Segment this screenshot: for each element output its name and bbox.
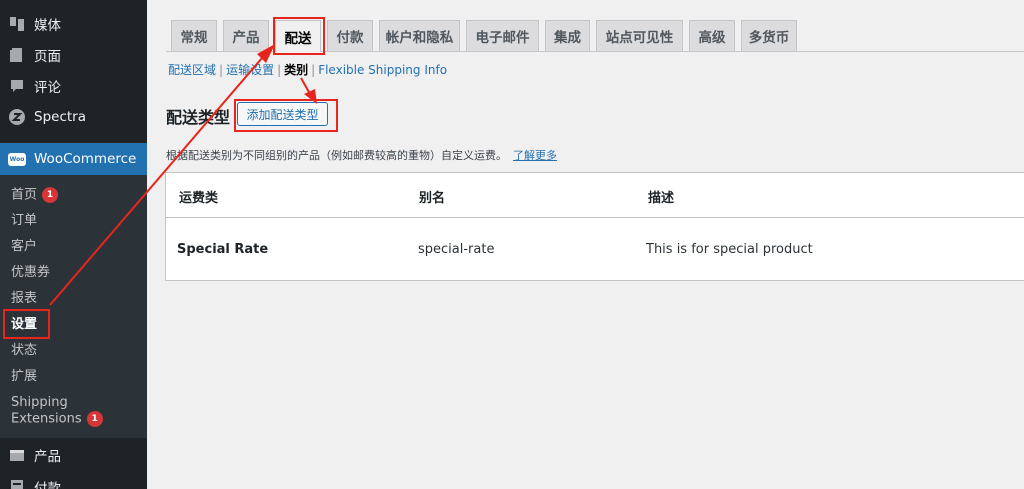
tab-general[interactable]: 常规 [171,20,217,51]
tab-shipping[interactable]: 配送 [275,20,321,52]
woocommerce-submenu: 首页 1 订单 客户 优惠券 报表 设置 状态 扩展 Shipping Exten… [0,175,147,438]
menu-payments-label: 付款 [34,481,61,489]
submenu-extensions[interactable]: 扩展 [11,369,37,385]
submenu-status[interactable]: 状态 [11,343,37,359]
page-icon [7,45,27,65]
cell-description: This is for special product [646,242,813,257]
tab-advanced[interactable]: 高级 [689,20,735,51]
menu-comments[interactable]: 评论 [0,71,147,101]
menu-media[interactable]: 媒体 [0,9,147,39]
menu-spectra[interactable]: Spectra [0,102,147,132]
notification-badge: 1 [42,187,59,203]
section-flexible-shipping-info[interactable]: Flexible Shipping Info [318,63,447,77]
spectra-icon [7,107,27,127]
submenu-home-label: 首页 [11,187,38,203]
annotation-settings-highlight [3,309,50,339]
menu-media-label: 媒体 [34,18,61,34]
annotation-add-button-highlight [234,99,338,132]
menu-payments[interactable]: 付款 [0,472,147,489]
settings-tab-bar: 常规 产品 配送 付款 帐户和隐私 电子邮件 集成 站点可见性 高级 多货币 [166,20,1024,52]
notification-badge: 1 [86,411,103,427]
menu-comments-label: 评论 [34,80,61,96]
menu-spectra-label: Spectra [34,109,86,125]
page-title: 配送类型 [166,108,231,127]
tab-site-visibility[interactable]: 站点可见性 [596,20,683,51]
submenu-coupons[interactable]: 优惠券 [11,265,50,281]
tab-emails[interactable]: 电子邮件 [466,20,539,51]
column-header-description: 描述 [648,191,675,206]
cell-class-name[interactable]: Special Rate [177,242,268,257]
section-shipping-classes[interactable]: 类别 [284,63,308,77]
tab-integration[interactable]: 集成 [545,20,590,51]
woocommerce-icon: Woo [7,149,27,169]
menu-products-label: 产品 [34,449,61,465]
comment-icon [7,76,27,96]
shipping-extensions-line1: Shipping [11,395,68,410]
admin-sidebar: 媒体 页面 评论 Spectra Woo WooCommerce 首页 1 订单 … [0,0,147,489]
menu-products[interactable]: 产品 [0,440,147,470]
tab-payments[interactable]: 付款 [327,20,373,51]
arrow-classes-to-button [300,77,311,95]
shipping-section-links: 配送区域 | 运输设置 | 类别 | Flexible Shipping Info [168,63,448,77]
description-text: 根据配送类别为不同组别的产品（例如邮费较高的重物）自定义运费。 [166,149,507,162]
menu-pages[interactable]: 页面 [0,40,147,70]
products-icon [7,445,27,465]
submenu-reports[interactable]: 报表 [11,291,37,307]
submenu-orders[interactable]: 订单 [11,213,37,229]
section-shipping-zones[interactable]: 配送区域 [168,63,216,77]
section-shipping-options[interactable]: 运输设置 [226,63,274,77]
media-icon [7,14,27,34]
cell-slug: special-rate [418,242,495,257]
shipping-classes-table: 运费类 别名 描述 Special Rate special-rate This… [165,172,1024,281]
tab-accounts-privacy[interactable]: 帐户和隐私 [379,20,460,51]
column-header-slug: 别名 [419,191,446,206]
shipping-extensions-line2: Extensions [11,411,82,427]
menu-woocommerce[interactable]: Woo WooCommerce [0,143,147,175]
menu-pages-label: 页面 [34,49,61,65]
column-header-class: 运费类 [179,191,219,206]
submenu-shipping-extensions[interactable]: Shipping Extensions 1 [11,395,103,428]
page-description: 根据配送类别为不同组别的产品（例如邮费较高的重物）自定义运费。 了解更多 [166,147,557,163]
menu-woocommerce-label: WooCommerce [34,151,137,167]
table-header-divider [166,217,1024,218]
tab-multi-currency[interactable]: 多货币 [741,20,797,51]
tab-products[interactable]: 产品 [223,20,269,51]
learn-more-link[interactable]: 了解更多 [513,149,557,162]
submenu-home[interactable]: 首页 1 [11,187,59,204]
payments-icon [7,477,27,489]
submenu-customers[interactable]: 客户 [11,239,37,255]
